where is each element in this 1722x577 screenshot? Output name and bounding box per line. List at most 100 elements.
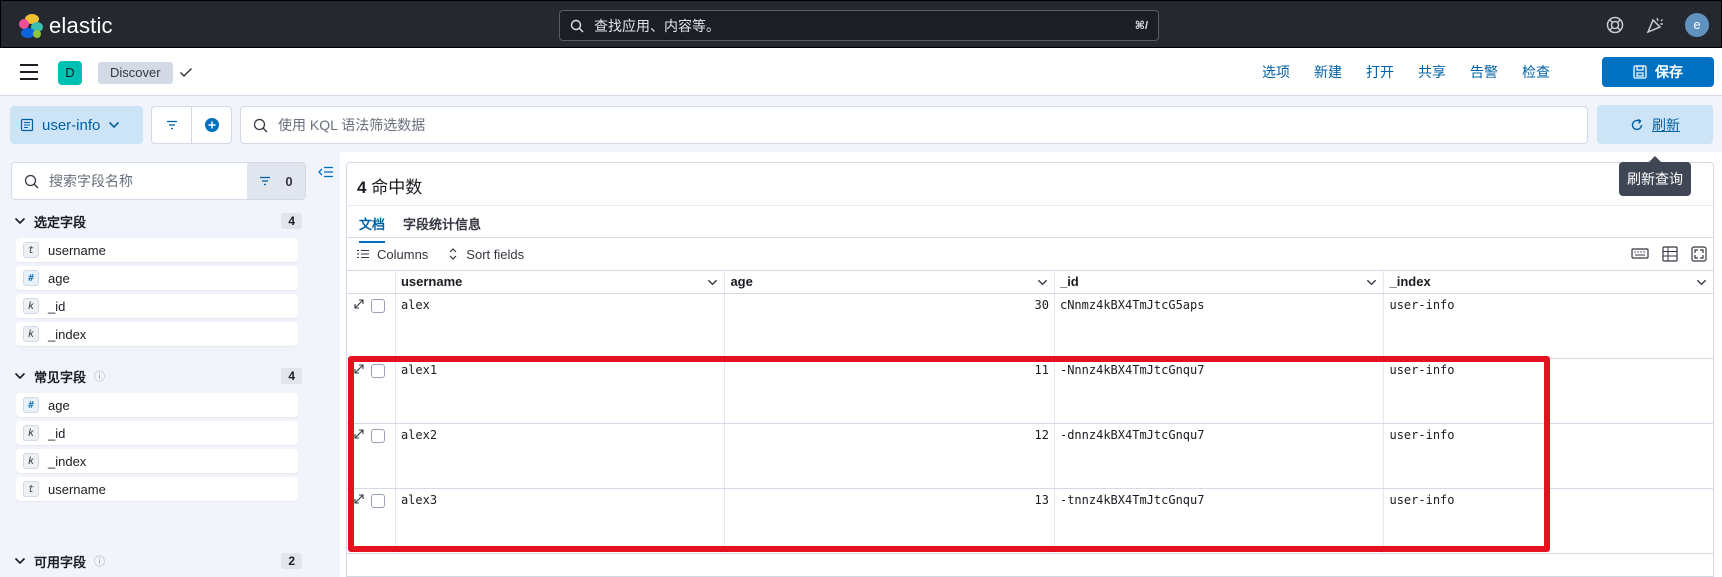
field-item-id[interactable]: k _id bbox=[16, 294, 298, 318]
field-item-index[interactable]: k _index bbox=[16, 449, 298, 473]
field-name: username bbox=[48, 242, 106, 258]
chevron-down-icon[interactable] bbox=[1366, 277, 1377, 288]
refresh-button[interactable]: 刷新 bbox=[1597, 105, 1713, 144]
nav-open[interactable]: 打开 bbox=[1366, 62, 1394, 82]
cell-age[interactable]: 30 bbox=[725, 294, 1055, 358]
chevron-down-icon bbox=[14, 557, 26, 565]
header-controls-cell bbox=[347, 271, 396, 293]
cell-id[interactable]: -tnnz4kBX4TmJtcGnqu7 bbox=[1055, 489, 1385, 553]
cell-username[interactable]: alex3 bbox=[396, 489, 726, 553]
expand-icon[interactable] bbox=[353, 428, 365, 440]
popular-fields-header[interactable]: 常见字段 ⓘ 4 bbox=[14, 365, 302, 387]
table-density-icon[interactable] bbox=[1662, 246, 1678, 262]
elastic-logo[interactable]: elastic bbox=[19, 13, 113, 39]
newsfeed-icon[interactable] bbox=[1645, 15, 1665, 35]
field-item-id[interactable]: k _id bbox=[16, 421, 298, 445]
row-checkbox[interactable] bbox=[371, 429, 385, 443]
table-row[interactable]: alex2 12 -dnnz4kBX4TmJtcGnqu7 user-info bbox=[347, 424, 1713, 489]
column-header-age[interactable]: age bbox=[725, 271, 1055, 293]
field-name: _id bbox=[48, 425, 66, 441]
row-checkbox[interactable] bbox=[371, 364, 385, 378]
text-type-icon: t bbox=[23, 481, 39, 497]
cell-username[interactable]: alex bbox=[396, 294, 726, 358]
cell-username[interactable]: alex1 bbox=[396, 359, 726, 423]
cell-id[interactable]: -Nnnz4kBX4TmJtcGnqu7 bbox=[1055, 359, 1385, 423]
cell-age[interactable]: 11 bbox=[725, 359, 1055, 423]
group-title: 选定字段 bbox=[34, 214, 87, 230]
table-row[interactable]: alex3 13 -tnnz4kBX4TmJtcGnqu7 user-info bbox=[347, 489, 1713, 554]
field-name: _index bbox=[48, 453, 87, 469]
table-row[interactable]: alex1 11 -Nnnz4kBX4TmJtcGnqu7 user-info bbox=[347, 359, 1713, 424]
hits-count: 4 命中数 bbox=[357, 173, 422, 198]
field-item-username[interactable]: t username bbox=[16, 238, 298, 262]
fullscreen-icon[interactable] bbox=[1691, 246, 1707, 262]
help-icon[interactable] bbox=[1605, 15, 1625, 35]
table-row[interactable]: alex 30 cNnmz4kBX4TmJtcG5aps user-info bbox=[347, 294, 1713, 359]
cell-age[interactable]: 12 bbox=[725, 424, 1055, 488]
nav-new[interactable]: 新建 bbox=[1314, 62, 1342, 82]
cell-id[interactable]: cNnmz4kBX4TmJtcG5aps bbox=[1055, 294, 1385, 358]
refresh-label: 刷新 bbox=[1652, 116, 1680, 133]
results-panel: 4 命中数 文档 字段统计信息 Columns Sort fields user… bbox=[346, 162, 1714, 577]
info-icon[interactable]: ⓘ bbox=[94, 553, 105, 569]
field-item-index[interactable]: k _index bbox=[16, 322, 298, 346]
field-item-username[interactable]: t username bbox=[16, 477, 298, 501]
column-name: username bbox=[400, 274, 463, 289]
column-name: _index bbox=[1389, 274, 1431, 289]
tab-documents[interactable]: 文档 bbox=[359, 214, 386, 243]
expand-icon[interactable] bbox=[353, 493, 365, 505]
data-view-picker[interactable]: user-info bbox=[10, 106, 143, 144]
results-tabs: 文档 字段统计信息 bbox=[347, 205, 1713, 243]
available-fields-group: 可用字段 ⓘ 2 bbox=[14, 550, 302, 572]
cell-age[interactable]: 13 bbox=[725, 489, 1055, 553]
cell-index[interactable]: user-info bbox=[1384, 424, 1713, 488]
columns-button[interactable]: Columns bbox=[357, 247, 428, 262]
cell-index[interactable]: user-info bbox=[1384, 489, 1713, 553]
group-title: 常见字段 bbox=[34, 369, 87, 385]
save-button[interactable]: 保存 bbox=[1602, 57, 1714, 87]
available-fields-header[interactable]: 可用字段 ⓘ 2 bbox=[14, 550, 302, 572]
sort-icon bbox=[449, 248, 457, 260]
cell-index[interactable]: user-info bbox=[1384, 359, 1713, 423]
row-checkbox[interactable] bbox=[371, 494, 385, 508]
number-type-icon: # bbox=[23, 270, 39, 286]
field-name: _index bbox=[48, 326, 87, 342]
nav-share[interactable]: 共享 bbox=[1418, 62, 1446, 82]
breadcrumb-discover: Discover bbox=[98, 62, 173, 84]
info-icon[interactable]: ⓘ bbox=[94, 368, 105, 384]
collapse-sidebar-icon[interactable] bbox=[318, 166, 334, 178]
field-item-age[interactable]: # age bbox=[16, 393, 298, 417]
nav-alerts[interactable]: 告警 bbox=[1470, 62, 1498, 82]
add-filter-button[interactable] bbox=[192, 107, 231, 143]
keyboard-icon[interactable] bbox=[1631, 246, 1649, 260]
filter-menu-button[interactable] bbox=[152, 107, 192, 143]
field-item-age[interactable]: # age bbox=[16, 266, 298, 290]
columns-label: Columns bbox=[377, 246, 429, 262]
expand-icon[interactable] bbox=[353, 298, 365, 310]
selected-fields-header[interactable]: 选定字段 4 bbox=[14, 210, 302, 232]
column-header-index[interactable]: _index bbox=[1384, 271, 1713, 293]
user-avatar[interactable]: e bbox=[1685, 13, 1709, 37]
menu-toggle-icon[interactable] bbox=[20, 64, 40, 80]
list-icon bbox=[357, 250, 369, 258]
row-checkbox[interactable] bbox=[371, 299, 385, 313]
nav-inspect[interactable]: 检查 bbox=[1522, 62, 1550, 82]
chevron-down-icon[interactable] bbox=[1696, 277, 1707, 288]
expand-icon[interactable] bbox=[353, 363, 365, 375]
space-badge[interactable]: D bbox=[58, 61, 82, 85]
cell-id[interactable]: -dnnz4kBX4TmJtcGnqu7 bbox=[1055, 424, 1385, 488]
tab-field-statistics[interactable]: 字段统计信息 bbox=[403, 214, 481, 233]
column-header-id[interactable]: _id bbox=[1055, 271, 1385, 293]
cell-username[interactable]: alex2 bbox=[396, 424, 726, 488]
kql-query-input[interactable]: 使用 KQL 语法筛选数据 bbox=[240, 106, 1588, 144]
sort-fields-button[interactable]: Sort fields bbox=[448, 247, 524, 262]
column-header-username[interactable]: username bbox=[396, 271, 726, 293]
nav-options[interactable]: 选项 bbox=[1262, 62, 1290, 82]
search-icon bbox=[253, 118, 268, 132]
field-search-input[interactable]: 搜索字段名称 0 bbox=[11, 162, 306, 200]
chevron-down-icon[interactable] bbox=[707, 277, 718, 288]
global-search-input[interactable]: 查找应用、内容等。 ⌘/ bbox=[559, 10, 1159, 41]
chevron-down-icon[interactable] bbox=[1037, 277, 1048, 288]
cell-index[interactable]: user-info bbox=[1384, 294, 1713, 358]
field-filter-button[interactable]: 0 bbox=[247, 163, 305, 199]
